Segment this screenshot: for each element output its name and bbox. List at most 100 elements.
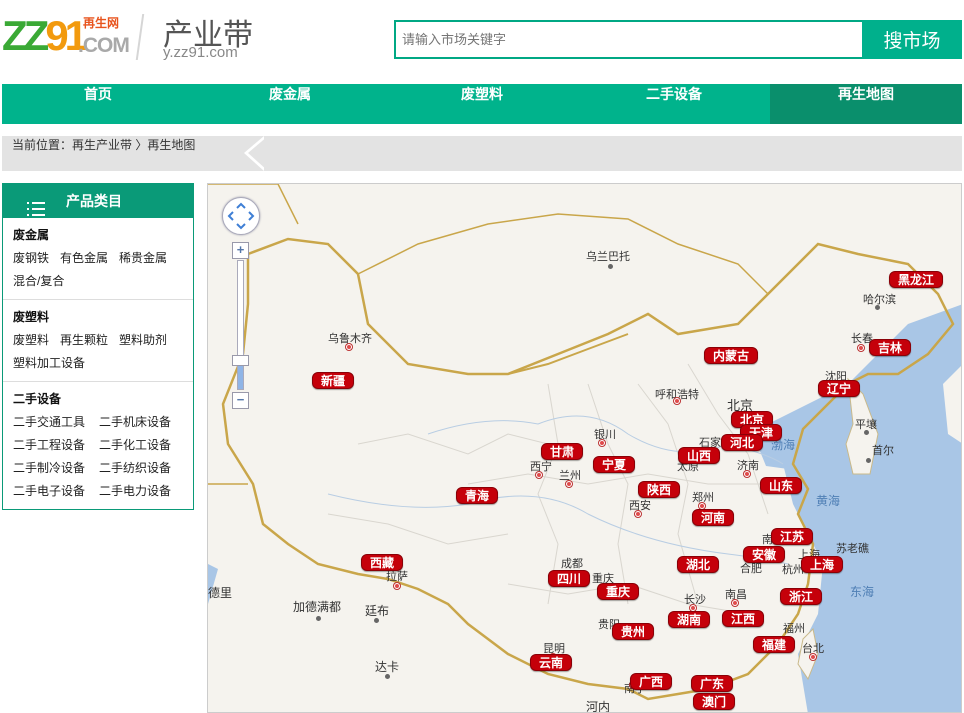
province-marker-sichuan[interactable]: 四川: [548, 570, 591, 587]
city-label: 福州: [783, 623, 805, 635]
province-marker-xinjiang[interactable]: 新疆: [312, 372, 355, 389]
category-link[interactable]: 塑料助剂: [119, 329, 167, 352]
city-label: 成都: [561, 558, 583, 570]
province-marker-hubei[interactable]: 湖北: [677, 556, 720, 573]
nav-item-scrap-metal[interactable]: 废金属: [194, 84, 386, 124]
section-title[interactable]: 废金属: [13, 226, 193, 243]
province-marker-qinghai[interactable]: 青海: [456, 487, 499, 504]
zoom-out-button[interactable]: −: [232, 392, 249, 409]
category-link[interactable]: 二手电子设备: [13, 480, 99, 503]
province-marker-zhejiang[interactable]: 浙江: [780, 588, 823, 605]
city-label: 西宁: [530, 461, 552, 473]
map-background: [208, 184, 961, 712]
category-link[interactable]: 废钢铁: [13, 247, 49, 270]
pan-arrows-icon: [227, 202, 255, 230]
category-link[interactable]: 二手化工设备: [99, 434, 199, 457]
category-link[interactable]: 二手工程设备: [13, 434, 99, 457]
province-marker-hebei[interactable]: 河北: [721, 434, 764, 451]
nav-item-used-equipment[interactable]: 二手设备: [578, 84, 770, 124]
nav-item-recycle-map[interactable]: 再生地图: [770, 84, 962, 124]
category-link[interactable]: 二手制冷设备: [13, 457, 99, 480]
section-title[interactable]: 二手设备: [13, 390, 193, 407]
province-marker-guangxi[interactable]: 广西: [630, 673, 673, 690]
city-label: 首尔: [872, 445, 894, 457]
province-marker-macau[interactable]: 澳门: [693, 693, 736, 710]
province-marker-shandong[interactable]: 山东: [760, 477, 803, 494]
province-marker-jilin[interactable]: 吉林: [869, 339, 912, 356]
city-dot: [385, 674, 390, 679]
list-icon: [27, 194, 45, 216]
city-dot: [866, 458, 871, 463]
province-marker-tibet[interactable]: 西藏: [361, 554, 404, 571]
province-marker-liaoning[interactable]: 辽宁: [818, 380, 861, 397]
province-marker-ningxia[interactable]: 宁夏: [593, 456, 636, 473]
logo-tag: 再生网: [83, 16, 120, 30]
province-marker-jiangsu[interactable]: 江苏: [771, 528, 814, 545]
breadcrumb-text: 当前位置：再生产业带 〉再生地图: [12, 138, 196, 152]
sea-label: 东海: [850, 585, 875, 599]
city-dot: [566, 481, 572, 487]
city-dot: [374, 618, 379, 623]
province-marker-yunnan[interactable]: 云南: [530, 654, 573, 671]
sidebar-header: 产品类目: [3, 184, 193, 218]
city-dot: [864, 430, 869, 435]
pan-control[interactable]: [222, 197, 260, 235]
logo-main: ZZ91: [2, 12, 88, 59]
category-link[interactable]: 有色金属: [60, 247, 108, 270]
nav-item-scrap-plastic[interactable]: 废塑料: [386, 84, 578, 124]
search-box: 搜市场: [394, 20, 962, 59]
category-link[interactable]: 再生颗粒: [60, 329, 108, 352]
province-marker-shanxi[interactable]: 山西: [678, 447, 721, 464]
province-marker-guizhou[interactable]: 贵州: [612, 623, 655, 640]
logo-divider: [135, 14, 153, 60]
city-label: 苏老礁: [836, 543, 869, 555]
city-dot: [394, 583, 400, 589]
province-marker-shaanxi[interactable]: 陕西: [638, 481, 681, 498]
province-marker-heilongjiang[interactable]: 黑龙江: [889, 271, 944, 288]
city-dot: [346, 344, 352, 350]
city-label: 西安: [629, 500, 651, 512]
search-button[interactable]: 搜市场: [862, 20, 962, 59]
sidebar-section-scrap-plastic: 废塑料 废塑料 再生颗粒 塑料助剂 塑料加工设备: [3, 300, 193, 382]
province-marker-henan[interactable]: 河南: [692, 509, 735, 526]
breadcrumb-arrow-inner: [248, 136, 268, 171]
category-link[interactable]: 二手交通工具: [13, 411, 99, 434]
city-label: 长沙: [684, 594, 706, 606]
city-dot: [608, 264, 613, 269]
category-link[interactable]: 稀贵金属: [119, 247, 167, 270]
city-label: 加德满都: [293, 600, 342, 614]
category-link[interactable]: 二手电力设备: [99, 480, 199, 503]
province-marker-hunan[interactable]: 湖南: [668, 611, 711, 628]
section-title[interactable]: 废塑料: [13, 308, 193, 325]
province-marker-inner-mongolia[interactable]: 内蒙古: [704, 347, 759, 364]
sidebar-section-used-equipment: 二手设备 二手交通工具 二手机床设备 二手工程设备 二手化工设备 二手制冷设备 二手纺…: [3, 382, 193, 509]
site-logo[interactable]: ZZ91 再生网 .COM: [2, 12, 130, 62]
city-dot: [858, 345, 864, 351]
city-label: 达卡: [375, 660, 400, 674]
recycle-map[interactable]: + − 乌兰巴托 哈尔滨 长春 沈阳 乌鲁木齐 呼和浩特 北京 平壤 首尔 银川…: [207, 183, 962, 713]
province-marker-fujian[interactable]: 福建: [753, 636, 796, 653]
category-link[interactable]: 塑料加工设备: [13, 352, 85, 375]
sidebar-title: 产品类目: [66, 193, 122, 209]
city-dot: [810, 654, 816, 660]
category-link[interactable]: 废塑料: [13, 329, 49, 352]
province-marker-chongqing[interactable]: 重庆: [597, 583, 640, 600]
category-sidebar: 产品类目 废金属 废钢铁 有色金属 稀贵金属 混合/复合 废塑料 废塑料 再生颗粒 塑料…: [2, 183, 194, 510]
category-link[interactable]: 二手机床设备: [99, 411, 199, 434]
city-dot: [875, 305, 880, 310]
category-link[interactable]: 二手纺织设备: [99, 457, 199, 480]
search-input[interactable]: [396, 22, 864, 57]
province-marker-gansu[interactable]: 甘肃: [541, 443, 584, 460]
province-marker-anhui[interactable]: 安徽: [743, 546, 786, 563]
province-marker-guangdong[interactable]: 广东: [691, 675, 734, 692]
category-link[interactable]: 混合/复合: [13, 270, 64, 293]
city-label: 河内: [586, 700, 611, 713]
zoom-slider-handle[interactable]: [232, 355, 249, 366]
nav-item-home[interactable]: 首页: [2, 84, 194, 124]
zoom-slider[interactable]: [237, 260, 244, 390]
zoom-in-button[interactable]: +: [232, 242, 249, 259]
city-label: 廷布: [365, 604, 390, 618]
province-marker-jiangxi[interactable]: 江西: [722, 610, 765, 627]
city-label: 乌兰巴托: [586, 251, 630, 263]
province-marker-shanghai[interactable]: 上海: [801, 556, 844, 573]
